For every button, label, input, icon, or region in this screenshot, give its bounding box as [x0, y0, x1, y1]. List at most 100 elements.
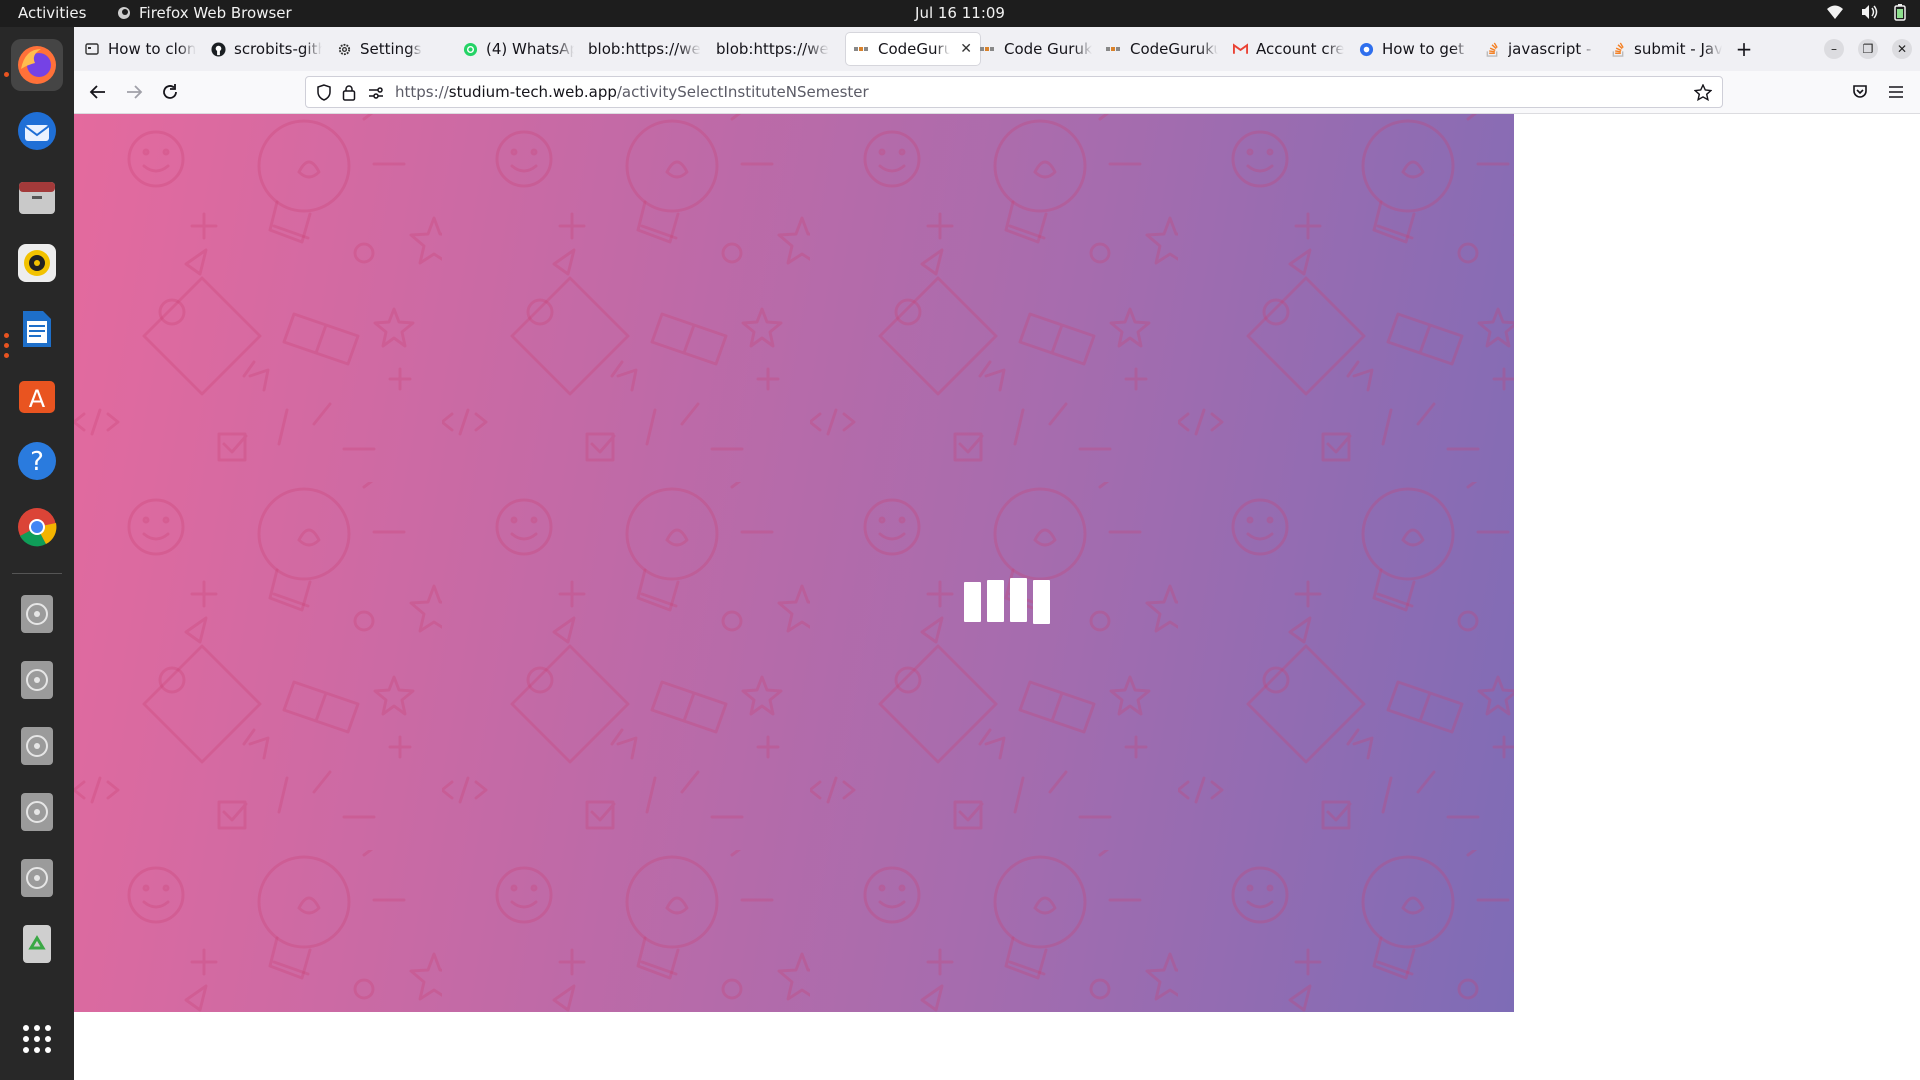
- volume-icon: [1862, 5, 1878, 19]
- hamburger-menu-icon: [1889, 86, 1903, 98]
- tab-3[interactable]: (4) WhatsAp: [454, 33, 582, 65]
- dock-writer[interactable]: [11, 303, 63, 355]
- tab-7[interactable]: Code Guruku: [972, 33, 1100, 65]
- tab-label: Code Guruku: [1004, 40, 1092, 58]
- clock[interactable]: Jul 16 11:09: [915, 4, 1005, 22]
- tab-label: How to get c: [1382, 40, 1470, 58]
- files-icon: [19, 182, 55, 214]
- loader-bar: [964, 582, 981, 622]
- pocket-icon: [1853, 85, 1867, 98]
- tab-2[interactable]: Settings: [328, 33, 456, 65]
- app-name-label: Firefox Web Browser: [139, 4, 292, 22]
- permissions-icon: [369, 87, 383, 99]
- url-text: https://studium-tech.web.app/activitySel…: [395, 83, 869, 101]
- dock-disc-3[interactable]: [11, 719, 63, 771]
- github-icon: [210, 41, 226, 57]
- shield-icon: [317, 84, 331, 101]
- maximize-button[interactable]: ❐: [1858, 39, 1878, 59]
- dock-disc-4[interactable]: [11, 785, 63, 837]
- reload-button[interactable]: [158, 80, 182, 104]
- ubuntu-dock: A ?: [0, 27, 74, 1080]
- tab-5[interactable]: blob:https://we: [708, 33, 840, 65]
- tab-4[interactable]: blob:https://we: [580, 33, 712, 65]
- svg-text:A: A: [29, 385, 46, 413]
- dock-firefox[interactable]: [11, 39, 63, 91]
- url-scheme: https://: [395, 83, 449, 101]
- tab-10[interactable]: How to get c: [1350, 33, 1478, 65]
- libreoffice-writer-icon: [23, 311, 51, 347]
- dock-help[interactable]: ?: [11, 435, 63, 487]
- running-indicator: [4, 343, 9, 348]
- tab-12[interactable]: submit - Java: [1602, 33, 1730, 65]
- loading-spinner: [964, 578, 1056, 626]
- dock-disc-2[interactable]: [11, 653, 63, 705]
- tab-label: How to clone: [108, 40, 196, 58]
- tab-0[interactable]: How to clone: [76, 33, 204, 65]
- tab-label: CodeGuru: [878, 40, 951, 58]
- app-menu[interactable]: Firefox Web Browser: [117, 4, 292, 22]
- loader-bar: [1033, 580, 1050, 624]
- tab-label: blob:https://we: [716, 40, 829, 58]
- dock-rhythmbox[interactable]: [11, 237, 63, 289]
- running-indicator: [4, 333, 9, 338]
- back-button[interactable]: [86, 80, 110, 104]
- disc-icon: [21, 793, 53, 831]
- battery-icon: [1894, 4, 1906, 21]
- minimize-icon: –: [1831, 42, 1837, 56]
- dock-files[interactable]: [11, 171, 63, 223]
- tab-1[interactable]: scrobits-gith: [202, 33, 330, 65]
- dock-chrome[interactable]: [11, 501, 63, 553]
- firefox-icon: [18, 46, 56, 84]
- help-icon: ?: [18, 442, 56, 480]
- page-viewport: [74, 114, 1920, 1080]
- dock-thunderbird[interactable]: [11, 105, 63, 157]
- tab-8[interactable]: CodeGuruku: [1098, 33, 1226, 65]
- whatsapp-icon: [462, 41, 478, 57]
- stackoverflow-icon: [1484, 41, 1500, 57]
- trash-icon: [23, 925, 51, 963]
- plus-icon: +: [1735, 37, 1753, 61]
- star-icon[interactable]: [1694, 84, 1712, 101]
- tab-6[interactable]: CodeGuru ✕: [846, 33, 980, 65]
- loader-bar: [1010, 578, 1027, 622]
- close-tab-icon[interactable]: ✕: [960, 41, 972, 57]
- tab-label: submit - Java: [1634, 40, 1722, 58]
- dock-separator: [12, 573, 62, 574]
- close-window-button[interactable]: ✕: [1892, 39, 1912, 59]
- codeguru-icon: [854, 41, 870, 57]
- system-tray[interactable]: [1826, 3, 1906, 21]
- pocket-button[interactable]: [1848, 80, 1872, 104]
- arrow-left-icon: [89, 85, 105, 99]
- show-apps-button[interactable]: [11, 1013, 63, 1065]
- tab-11[interactable]: javascript - A: [1476, 33, 1604, 65]
- thunderbird-icon: [18, 112, 56, 150]
- tab-label: scrobits-gith: [234, 40, 322, 58]
- reload-icon: [163, 84, 177, 99]
- dock-app-center[interactable]: A: [11, 369, 63, 421]
- firefox-window: How to clone scrobits-gith Settings (4) …: [74, 27, 1920, 1080]
- app-grid-icon: [23, 1025, 51, 1053]
- running-indicator: [4, 353, 9, 358]
- dock-disc-5[interactable]: [11, 851, 63, 903]
- dock-trash[interactable]: [11, 917, 63, 969]
- url-bar[interactable]: https://studium-tech.web.app/activitySel…: [305, 76, 1723, 108]
- disc-icon: [21, 661, 53, 699]
- activities-button[interactable]: Activities: [18, 4, 86, 22]
- firefox-small-icon: [118, 7, 130, 19]
- app-menu-button[interactable]: [1884, 80, 1908, 104]
- codeguru-icon: [1106, 41, 1122, 57]
- dock-disc-1[interactable]: [11, 587, 63, 639]
- minimize-button[interactable]: –: [1824, 39, 1844, 59]
- running-indicator: [4, 72, 9, 77]
- gnome-top-bar: Activities Firefox Web Browser Jul 16 11…: [0, 0, 1920, 27]
- chrome-icon: [18, 508, 57, 547]
- url-host: studium-tech.web.app: [448, 83, 617, 101]
- new-tab-button[interactable]: +: [1724, 33, 1764, 65]
- tab-9[interactable]: Account crea: [1224, 33, 1352, 65]
- disc-icon: [21, 595, 53, 633]
- restore-icon: ❐: [1862, 42, 1874, 56]
- forward-button[interactable]: [122, 80, 146, 104]
- stackoverflow-icon: [1610, 41, 1626, 57]
- codeguru-icon: [980, 41, 996, 57]
- lock-icon: [342, 85, 356, 101]
